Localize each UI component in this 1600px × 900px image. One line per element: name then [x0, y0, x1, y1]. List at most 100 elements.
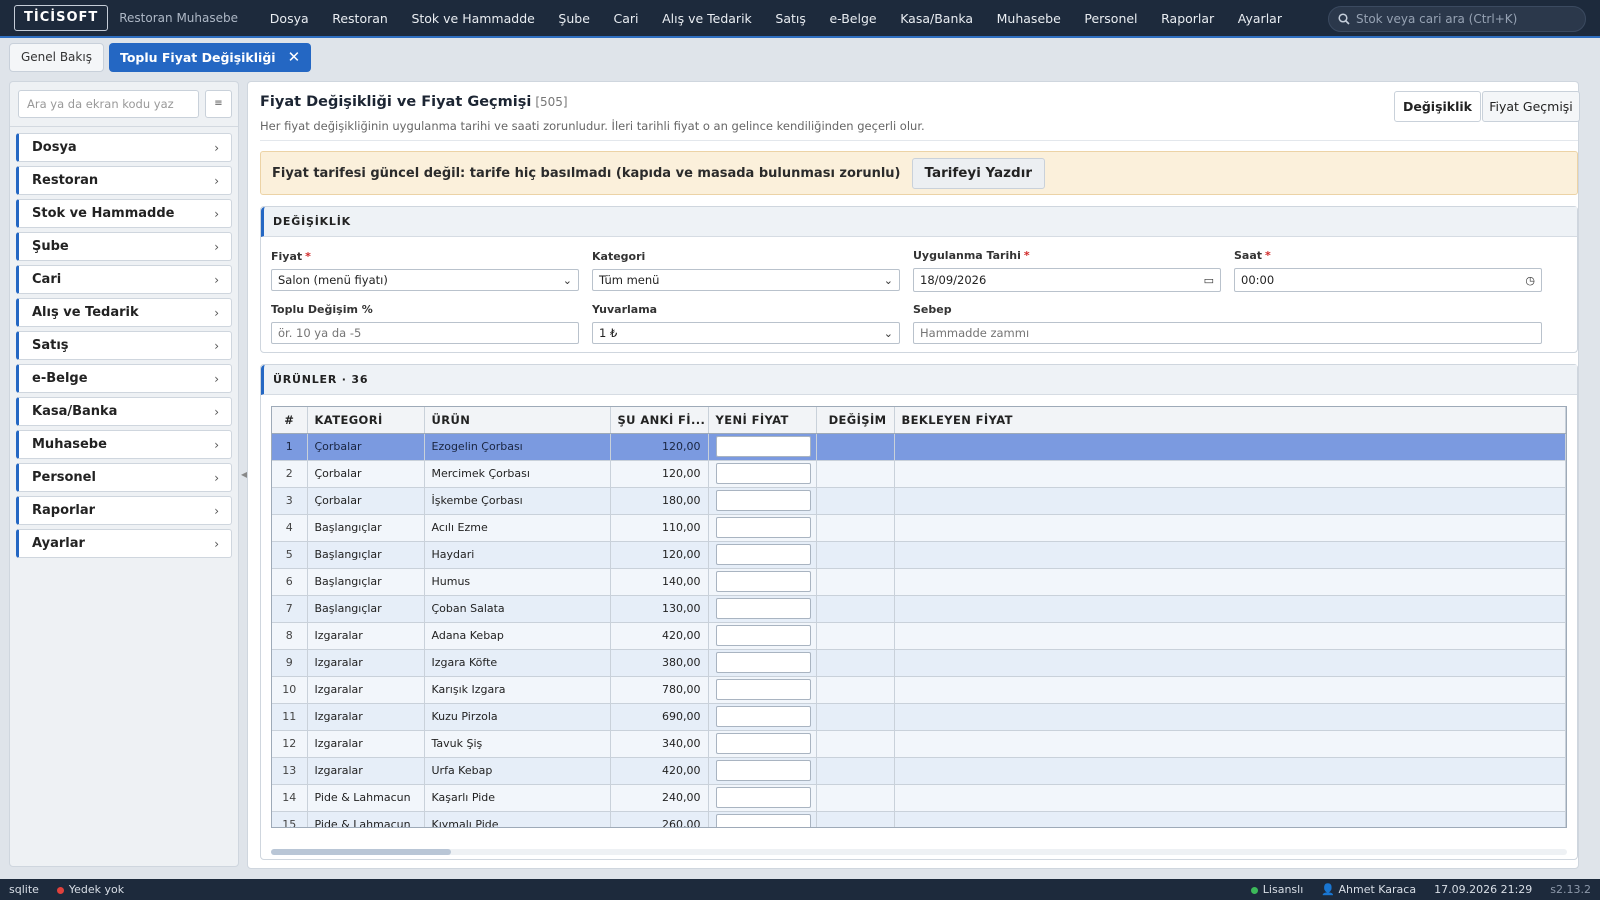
sidebar-item-satis[interactable]: Satış › — [16, 331, 232, 360]
cell-product: Çoban Salata — [424, 595, 611, 623]
time-input[interactable]: 00:00 ◷ — [1234, 268, 1542, 292]
table-row[interactable]: 9 Izgaralar Izgara Köfte 380,00 — [272, 649, 1566, 677]
new-price-input[interactable] — [715, 787, 811, 808]
products-panel: ÜRÜNLER · 36 # KATEGORİ ÜRÜN ŞU ANKİ Fİ.… — [260, 364, 1578, 860]
new-price-input[interactable] — [715, 814, 811, 827]
cell-change — [816, 784, 895, 812]
cell-category: Pide & Lahmacun — [307, 811, 425, 827]
new-price-input[interactable] — [715, 625, 811, 646]
sidebar-item-dosya[interactable]: Dosya › — [16, 133, 232, 162]
print-tariff-button[interactable]: Tarifeyi Yazdır — [911, 157, 1045, 189]
sidebar-item-ayarlar[interactable]: Ayarlar › — [16, 529, 232, 558]
new-price-input[interactable] — [715, 463, 811, 484]
column-header[interactable]: YENİ FİYAT — [708, 407, 817, 434]
table-row[interactable]: 10 Izgaralar Karışık Izgara 780,00 — [272, 676, 1566, 704]
scrollbar-thumb[interactable] — [271, 849, 451, 855]
column-header[interactable]: ŞU ANKİ Fİ... — [610, 407, 709, 434]
horizontal-scrollbar[interactable] — [271, 849, 1567, 855]
rounding-select[interactable]: 1 ₺ ⌄ — [592, 322, 900, 344]
app-logo[interactable]: TİCİSOFT — [14, 5, 109, 31]
new-price-input[interactable] — [715, 652, 811, 673]
sidebar-item-kasa[interactable]: Kasa/Banka › — [16, 397, 232, 426]
table-row[interactable]: 7 Başlangıçlar Çoban Salata 130,00 — [272, 595, 1566, 623]
sidebar-search-input[interactable] — [18, 90, 199, 118]
topmenu-item-personel[interactable]: Personel — [1073, 11, 1150, 26]
sidebar-item-ebelge[interactable]: e-Belge › — [16, 364, 232, 393]
new-price-input[interactable] — [715, 598, 811, 619]
price-history-button[interactable]: Fiyat Geçmişi — [1482, 91, 1580, 122]
reason-input[interactable] — [913, 322, 1542, 344]
sidebar-item-cari[interactable]: Cari › — [16, 265, 232, 294]
column-header[interactable]: ÜRÜN — [424, 407, 611, 434]
topmenu-item-dosya[interactable]: Dosya — [258, 11, 320, 26]
global-search-input[interactable] — [1356, 12, 1576, 26]
column-header[interactable]: DEĞİŞİM — [816, 407, 895, 434]
column-header[interactable]: KATEGORİ — [307, 407, 425, 434]
calendar-icon[interactable]: ▭ — [1204, 274, 1214, 287]
topmenu-item-raporlar[interactable]: Raporlar — [1149, 11, 1226, 26]
current-user[interactable]: 👤 Ahmet Karaca — [1312, 883, 1425, 896]
change-tab-button[interactable]: Değişiklik — [1394, 91, 1481, 122]
topmenu-item-ayarlar[interactable]: Ayarlar — [1226, 11, 1294, 26]
table-row[interactable]: 6 Başlangıçlar Humus 140,00 — [272, 568, 1566, 596]
topmenu-item-muhasebe[interactable]: Muhasebe — [985, 11, 1073, 26]
sidebar-item-restoran[interactable]: Restoran › — [16, 166, 232, 195]
topmenu-item-stok[interactable]: Stok ve Hammadde — [400, 11, 547, 26]
table-row[interactable]: 12 Izgaralar Tavuk Şiş 340,00 — [272, 730, 1566, 758]
sidebar-item-personel[interactable]: Personel › — [16, 463, 232, 492]
chevron-down-icon: ⌄ — [883, 326, 893, 340]
new-price-input[interactable] — [715, 544, 811, 565]
table-row[interactable]: 4 Başlangıçlar Acılı Ezme 110,00 — [272, 514, 1566, 542]
new-price-input[interactable] — [715, 733, 811, 754]
table-row[interactable]: 3 Çorbalar İşkembe Çorbası 180,00 — [272, 487, 1566, 515]
column-header[interactable]: BEKLEYEN FİYAT — [894, 407, 1566, 434]
price-select[interactable]: Salon (menü fiyatı) ⌄ — [271, 269, 579, 291]
clock-icon[interactable]: ◷ — [1525, 274, 1535, 287]
topmenu-item-restoran[interactable]: Restoran — [320, 11, 399, 26]
topmenu-item-ebelge[interactable]: e-Belge — [818, 11, 889, 26]
new-price-input[interactable] — [715, 571, 811, 592]
table-row[interactable]: 1 Çorbalar Ezogelin Çorbası 120,00 — [272, 433, 1566, 461]
sidebar-item-stok[interactable]: Stok ve Hammadde › — [16, 199, 232, 228]
table-row[interactable]: 14 Pide & Lahmacun Kaşarlı Pide 240,00 — [272, 784, 1566, 812]
column-header[interactable]: # — [272, 407, 308, 434]
topmenu-item-alis[interactable]: Alış ve Tedarik — [650, 11, 763, 26]
close-icon[interactable]: ✕ — [288, 48, 301, 66]
cell-no: 12 — [272, 730, 308, 758]
table-row[interactable]: 5 Başlangıçlar Haydari 120,00 — [272, 541, 1566, 569]
sidebar-item-sube[interactable]: Şube › — [16, 232, 232, 261]
field-label: Sebep — [913, 303, 952, 316]
new-price-input[interactable] — [715, 679, 811, 700]
sidebar-item-muhasebe[interactable]: Muhasebe › — [16, 430, 232, 459]
cell-no: 5 — [272, 541, 308, 569]
category-select[interactable]: Tüm menü ⌄ — [592, 269, 900, 291]
list-icon[interactable]: ≡ — [205, 90, 232, 118]
chevron-down-icon: ⌄ — [883, 273, 893, 287]
table-row[interactable]: 2 Çorbalar Mercimek Çorbası 120,00 — [272, 460, 1566, 488]
search-icon — [1338, 13, 1350, 25]
topmenu-item-kasa[interactable]: Kasa/Banka — [888, 11, 984, 26]
tariff-warning: Fiyat tarifesi güncel değil: tarife hiç … — [260, 151, 1578, 195]
new-price-input[interactable] — [715, 436, 811, 457]
new-price-input[interactable] — [715, 490, 811, 511]
topmenu-item-satis[interactable]: Satış — [764, 11, 818, 26]
table-row[interactable]: 11 Izgaralar Kuzu Pirzola 690,00 — [272, 703, 1566, 731]
tab-bulk-price-change[interactable]: Toplu Fiyat Değişikliği ✕ — [108, 42, 312, 72]
table-row[interactable]: 8 Izgaralar Adana Kebap 420,00 — [272, 622, 1566, 650]
date-input[interactable]: 18/09/2026 ▭ — [913, 268, 1221, 292]
cell-change — [816, 595, 895, 623]
bulk-change-input[interactable] — [271, 322, 579, 344]
sidebar-item-raporlar[interactable]: Raporlar › — [16, 496, 232, 525]
sidebar-item-alis[interactable]: Alış ve Tedarik › — [16, 298, 232, 327]
table-row[interactable]: 13 Izgaralar Urfa Kebap 420,00 — [272, 757, 1566, 785]
cell-no: 4 — [272, 514, 308, 542]
sidebar: ≡ Dosya › Restoran › Stok ve Hammadde › Şub… — [9, 81, 239, 867]
new-price-input[interactable] — [715, 760, 811, 781]
tab-overview[interactable]: Genel Bakış — [9, 42, 104, 72]
global-search[interactable] — [1328, 6, 1586, 32]
new-price-input[interactable] — [715, 517, 811, 538]
topmenu-item-cari[interactable]: Cari — [602, 11, 651, 26]
topmenu-item-sube[interactable]: Şube — [547, 11, 602, 26]
new-price-input[interactable] — [715, 706, 811, 727]
table-row[interactable]: 15 Pide & Lahmacun Kıymalı Pide 260,00 — [272, 811, 1566, 827]
